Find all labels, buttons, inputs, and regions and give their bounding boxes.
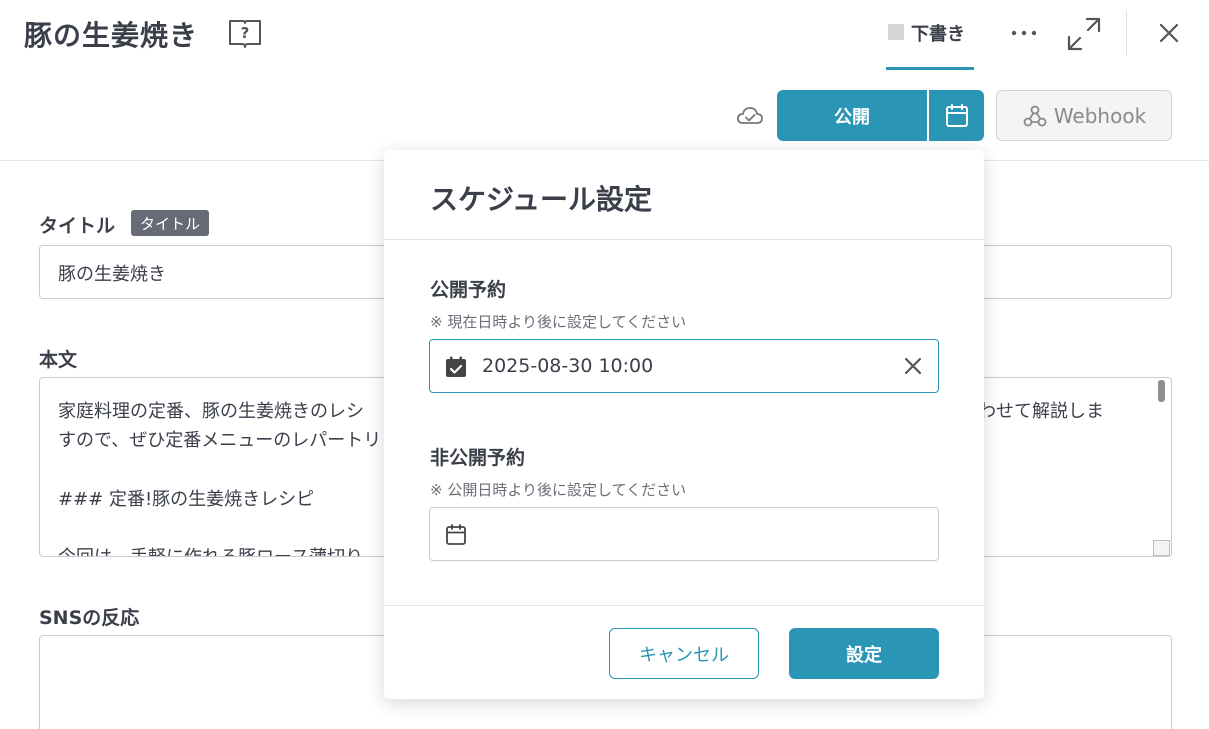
body-line: すので、ぜひ定番メニューのレパートリ	[58, 430, 382, 451]
dialog-title: スケジュール設定	[430, 183, 653, 216]
unpublish-schedule-input[interactable]	[429, 507, 939, 561]
status-label: 下書き	[911, 24, 965, 45]
dialog-header-divider	[384, 239, 984, 240]
status-tab-draft[interactable]: 下書き	[886, 0, 974, 70]
confirm-button[interactable]: 設定	[789, 628, 939, 679]
calendar-check-icon	[446, 356, 466, 377]
body-field-label: 本文	[39, 349, 78, 371]
unpublish-schedule-label: 非公開予約	[430, 447, 526, 469]
body-line: 今回は、手軽に作れる豚ロース薄切り	[58, 543, 363, 556]
publish-schedule-input[interactable]: 2025-08-30 10:00	[429, 339, 939, 393]
header-divider	[1126, 10, 1127, 56]
textarea-scrollbar[interactable]	[1158, 380, 1165, 402]
title-field-label: タイトル	[39, 215, 116, 237]
page-title: 豚の生姜焼き	[24, 19, 199, 52]
close-icon[interactable]	[1152, 16, 1186, 50]
cancel-button[interactable]: キャンセル	[609, 628, 759, 679]
schedule-button[interactable]	[929, 90, 984, 141]
draft-status-square	[888, 24, 904, 40]
webhook-label: Webhook	[1053, 103, 1147, 128]
body-line: 家庭料理の定番、豚の生姜焼きのレシ	[58, 401, 364, 422]
svg-text:?: ?	[241, 24, 250, 42]
publish-schedule-label: 公開予約	[430, 279, 507, 301]
calendar-icon	[446, 524, 466, 545]
unpublish-schedule-note: ※ 公開日時より後に設定してください	[430, 481, 687, 499]
expand-icon[interactable]	[1064, 14, 1104, 54]
body-line-tail: わせて解説しま	[978, 401, 1104, 422]
sns-field-label: SNSの反応	[39, 607, 140, 629]
webhook-icon	[1023, 105, 1047, 126]
editor-header: 豚の生姜焼き ? 下書き	[0, 0, 1209, 70]
dialog-footer-divider	[384, 605, 984, 606]
calendar-icon	[945, 103, 968, 127]
title-input-value: 豚の生姜焼き	[58, 264, 166, 285]
more-options-icon[interactable]	[1006, 20, 1042, 46]
webhook-button[interactable]: Webhook	[996, 90, 1172, 141]
cloud-sync-icon	[737, 107, 763, 124]
publish-schedule-note: ※ 現在日時より後に設定してください	[430, 313, 687, 331]
publish-button[interactable]: 公開	[777, 90, 927, 141]
publish-schedule-value: 2025-08-30 10:00	[482, 355, 654, 377]
clear-icon[interactable]	[900, 353, 926, 379]
help-book-icon[interactable]: ?	[227, 17, 263, 49]
schedule-dialog: スケジュール設定 公開予約 ※ 現在日時より後に設定してください 2025-08…	[384, 150, 984, 699]
title-field-tag: タイトル	[131, 210, 210, 236]
textarea-resize-handle[interactable]	[1153, 540, 1170, 556]
body-line: ### 定番!豚の生姜焼きレシピ	[58, 489, 315, 510]
